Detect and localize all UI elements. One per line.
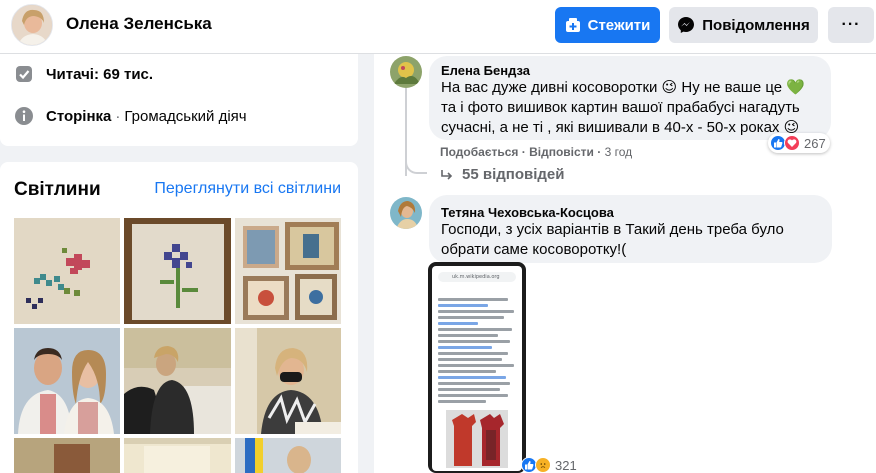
attachment-url: uk.m.wikipedia.org bbox=[438, 272, 516, 282]
follow-button-label: Стежити bbox=[587, 16, 651, 34]
comment-avatar[interactable] bbox=[390, 56, 422, 88]
comment-author[interactable]: Елена Бендза bbox=[441, 63, 530, 78]
separator-dot: · bbox=[115, 107, 121, 125]
reaction-count: 267 bbox=[804, 135, 826, 151]
comment-text-line: сучасні, а не ті , які вишивали в 40-х -… bbox=[441, 119, 800, 136]
photos-title: Світлини bbox=[14, 179, 101, 200]
photo-bottom-3[interactable] bbox=[235, 438, 341, 473]
comment-text-line: та і фото вишивок картин вашої прабабусі… bbox=[441, 99, 800, 116]
see-all-photos-link[interactable]: Переглянути всі світлини bbox=[154, 180, 341, 198]
comment-text-line: Господи, з усіх варіантів в Такий день т… bbox=[441, 221, 784, 238]
profile-avatar[interactable] bbox=[11, 4, 53, 46]
reaction-count: 321 bbox=[555, 457, 577, 473]
reaction-summary[interactable]: 321 bbox=[519, 455, 581, 473]
page-header: Олена Зеленська Стежити Повідомлення ··· bbox=[0, 0, 876, 54]
comment-image-attachment[interactable]: uk.m.wikipedia.org bbox=[428, 262, 526, 473]
comment-text-line: обрати саме косоворотку!( bbox=[441, 241, 627, 258]
followers-count: Читачі: 69 тис. bbox=[46, 65, 154, 83]
page-type-row: Сторінка · Громадський діяч bbox=[14, 106, 247, 126]
page-label: Сторінка bbox=[46, 107, 112, 125]
separator-dot: · bbox=[597, 145, 605, 159]
message-button[interactable]: Повідомлення bbox=[669, 7, 818, 43]
comment-avatar[interactable] bbox=[390, 197, 422, 229]
follow-button[interactable]: Стежити bbox=[555, 7, 660, 43]
checkbox-icon bbox=[14, 64, 34, 84]
photo-embroidery-rose[interactable] bbox=[14, 218, 120, 324]
photo-desk-meeting[interactable] bbox=[124, 328, 231, 434]
photo-couple[interactable] bbox=[14, 328, 120, 434]
reply-arrow-icon bbox=[440, 168, 454, 182]
photo-bottom-2[interactable] bbox=[124, 438, 231, 473]
comment-text-line: На вас дуже дивні косоворотки 😉 Ну не ва… bbox=[441, 79, 805, 96]
page-title[interactable]: Олена Зеленська bbox=[66, 14, 212, 34]
reaction-summary[interactable]: 267 bbox=[768, 133, 830, 153]
shirts-photo bbox=[446, 410, 508, 468]
comment-time[interactable]: 3 год bbox=[605, 145, 633, 159]
photo-embroidery-gallery[interactable] bbox=[235, 218, 341, 324]
wikipedia-screenshot: uk.m.wikipedia.org bbox=[432, 266, 522, 471]
photo-masked-woman[interactable] bbox=[235, 328, 341, 434]
more-options-button[interactable]: ··· bbox=[828, 7, 874, 43]
comment-actions: Подобається · Відповісти · 3 год bbox=[440, 145, 632, 159]
sad-reaction-icon bbox=[535, 457, 551, 473]
info-icon bbox=[14, 106, 34, 126]
like-link[interactable]: Подобається bbox=[440, 145, 518, 159]
messenger-icon bbox=[677, 16, 695, 34]
separator-dot: · bbox=[521, 145, 530, 159]
more-icon: ··· bbox=[841, 16, 861, 33]
photo-bottom-1[interactable] bbox=[14, 438, 120, 473]
page-category: Громадський діяч bbox=[124, 107, 247, 125]
thread-connector bbox=[405, 152, 427, 174]
message-button-label: Повідомлення bbox=[702, 16, 810, 34]
replies-count-label: 55 відповідей bbox=[462, 166, 565, 183]
comment-author[interactable]: Тетяна Чеховська-Косцова bbox=[441, 205, 614, 220]
love-reaction-icon bbox=[784, 135, 800, 151]
reply-link[interactable]: Відповісти bbox=[529, 145, 594, 159]
followers-row: Читачі: 69 тис. bbox=[14, 64, 153, 84]
photo-embroidery-iris[interactable] bbox=[124, 218, 231, 324]
follow-icon bbox=[565, 17, 581, 33]
intro-card: Читачі: 69 тис. Сторінка · Громадський д… bbox=[0, 54, 358, 146]
view-replies-link[interactable]: 55 відповідей bbox=[440, 166, 564, 183]
